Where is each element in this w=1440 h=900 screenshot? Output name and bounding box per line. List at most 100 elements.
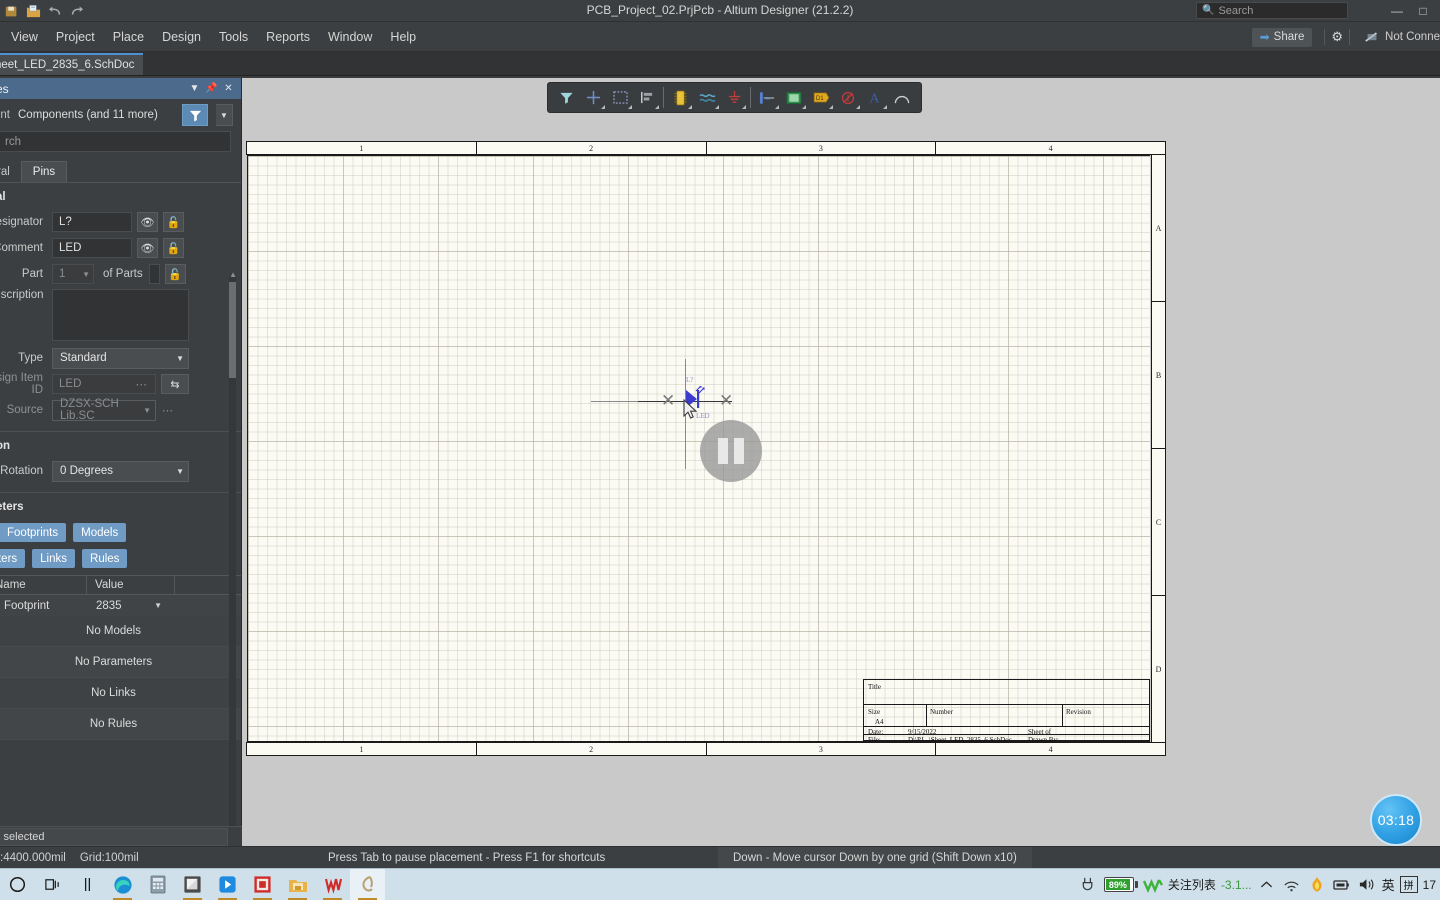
menu-item-project[interactable]: Project (47, 22, 104, 52)
altium-designer-icon[interactable] (350, 868, 385, 900)
chip-footprints[interactable]: Footprints (0, 523, 67, 542)
text-icon[interactable]: A (862, 85, 888, 110)
scroll-up-arrow-icon[interactable]: ▲ (229, 270, 237, 279)
chevron-down-icon[interactable]: ▼ (186, 80, 203, 97)
wire-icon[interactable] (694, 85, 720, 110)
parameter-chip-buttons: Footprints Models meters Links Rules (0, 519, 241, 568)
cortana-circle-icon[interactable] (0, 869, 35, 900)
panel-tab-pins[interactable]: Pins (20, 161, 68, 182)
maximize-button[interactable]: □ (1410, 0, 1436, 22)
pin-icon[interactable]: 📌 (203, 80, 220, 97)
panel-search-input[interactable]: rch (0, 131, 231, 152)
menu-item-view[interactable]: View (2, 22, 47, 52)
rotation-select[interactable]: 0 Degrees ▼ (52, 460, 189, 482)
svg-text:D1: D1 (815, 96, 823, 102)
menu-item-tools[interactable]: Tools (210, 22, 257, 52)
port-icon[interactable]: D1 (808, 85, 834, 110)
part-lock-icon[interactable]: 🔓 (164, 264, 186, 284)
comment-visibility-eye-icon[interactable]: 👁 (137, 238, 158, 258)
component-ic-icon[interactable] (667, 85, 693, 110)
pinyin-indicator[interactable]: 拼 (1399, 876, 1418, 893)
battery-percent: 89% (1108, 879, 1127, 890)
net-label-icon[interactable]: m (754, 85, 780, 110)
calculator-icon[interactable] (140, 869, 175, 900)
panel-scrollbar-thumb[interactable] (229, 282, 236, 378)
schematic-editor-canvas[interactable]: m D1 A 1 2 3 4 1 2 3 4 A B C D ✕ ✕ L? LE… (242, 78, 1440, 846)
menu-item-window[interactable]: Window (319, 22, 381, 52)
sheet-symbol-icon[interactable] (781, 85, 807, 110)
file-value: D:\PJ...\Sheet_LED_2835_6.SchDoc (908, 736, 1012, 742)
filter-icon[interactable] (182, 104, 208, 126)
arc-icon[interactable] (889, 85, 915, 110)
source-ellipsis-icon[interactable]: ⋯ (162, 404, 174, 417)
menu-item-reports[interactable]: Reports (257, 22, 319, 52)
pause-overlay[interactable] (700, 420, 762, 482)
task-view-icon[interactable] (35, 869, 70, 900)
watchlist-label[interactable]: 关注列表 (1168, 876, 1216, 893)
volume-icon[interactable] (1357, 877, 1377, 892)
schematic-sheet[interactable]: 1 2 3 4 1 2 3 4 A B C D ✕ ✕ L? LED Title… (246, 141, 1166, 756)
screenshot-tool-icon[interactable] (245, 869, 280, 900)
comment-lock-icon[interactable]: 🔓 (163, 238, 184, 258)
menu-item-place[interactable]: Place (104, 22, 153, 52)
power-plug-icon[interactable] (1079, 876, 1099, 893)
recording-timer-badge[interactable]: 03:18 (1370, 794, 1422, 846)
panel-tab-general[interactable]: ral (0, 161, 21, 182)
sheet-paper[interactable]: ✕ ✕ L? LED Title Size A4 Number Revision… (247, 155, 1150, 742)
pause-lines-icon[interactable] (70, 869, 105, 900)
document-tab-schdoc[interactable]: heet_LED_2835_6.SchDoc (0, 53, 144, 75)
wps-cloud-icon[interactable] (1142, 877, 1163, 893)
explorer-window-icon[interactable] (175, 869, 210, 900)
designator-lock-icon[interactable]: 🔓 (163, 212, 184, 232)
type-select[interactable]: Standard ▼ (52, 347, 189, 369)
designator-input[interactable]: L? (52, 212, 132, 232)
gear-icon[interactable]: ⚙ (1331, 29, 1343, 45)
taskbar-clock[interactable]: 17 (1423, 878, 1436, 892)
minimize-button[interactable]: — (1384, 0, 1410, 22)
wifi-icon[interactable] (1282, 878, 1302, 892)
part-select[interactable]: 1 ▼ (52, 264, 94, 284)
ground-icon[interactable] (721, 85, 747, 110)
global-search-input[interactable]: 🔍 Search (1196, 2, 1348, 19)
chip-models[interactable]: Models (73, 523, 127, 542)
menu-item-help[interactable]: Help (381, 22, 425, 52)
area-select-icon[interactable] (607, 85, 633, 110)
language-indicator[interactable]: 英 (1382, 875, 1395, 894)
no-erc-icon[interactable] (835, 85, 861, 110)
table-row[interactable]: Footprint 2835 ▼ (0, 595, 241, 616)
type-value: Standard (60, 352, 107, 364)
align-icon[interactable] (634, 85, 660, 110)
of-parts-label: of Parts (103, 268, 143, 280)
filter-funnel-icon[interactable] (553, 85, 579, 110)
description-textarea[interactable] (52, 289, 189, 341)
chip-links[interactable]: Links (32, 549, 76, 568)
close-icon[interactable]: ✕ (220, 80, 237, 97)
share-button[interactable]: ➡ Share (1251, 27, 1313, 47)
ellipsis-icon[interactable]: ⋯ (136, 377, 149, 391)
chip-parameters[interactable]: meters (0, 549, 26, 568)
chip-row-2: meters Links Rules (0, 549, 241, 568)
input-method-icon[interactable] (1332, 878, 1352, 892)
chip-rules[interactable]: Rules (82, 549, 128, 568)
swap-icon[interactable]: ⇆ (161, 374, 189, 394)
wps-office-icon[interactable] (315, 869, 350, 900)
filter-dropdown-caret[interactable]: ▼ (216, 104, 233, 126)
chevron-up-icon[interactable] (1257, 880, 1277, 890)
panel-scrollbar[interactable] (229, 276, 236, 888)
media-player-icon[interactable] (210, 869, 245, 900)
connection-status[interactable]: Not Conne (1364, 31, 1440, 44)
battery-indicator[interactable]: 89% (1103, 877, 1138, 892)
design-item-id-input[interactable]: LED ⋯ (52, 374, 156, 394)
firewall-icon[interactable] (1307, 876, 1327, 893)
source-select[interactable]: DZSX-SCH Lib.SC ▼ (52, 398, 156, 422)
file-explorer-icon[interactable] (280, 869, 315, 900)
object-filter-value[interactable]: Components (and 11 more) (18, 109, 174, 121)
menu-item-design[interactable]: Design (153, 22, 210, 52)
edge-browser-icon[interactable] (105, 869, 140, 900)
of-parts-input[interactable] (148, 264, 160, 284)
crosshair-icon[interactable] (580, 85, 606, 110)
design-item-id-label: sign Item ID (0, 372, 43, 396)
cell-value[interactable]: 2835 ▼ (86, 595, 174, 616)
comment-input[interactable]: LED (52, 238, 132, 258)
designator-visibility-eye-icon[interactable]: 👁 (137, 212, 158, 232)
